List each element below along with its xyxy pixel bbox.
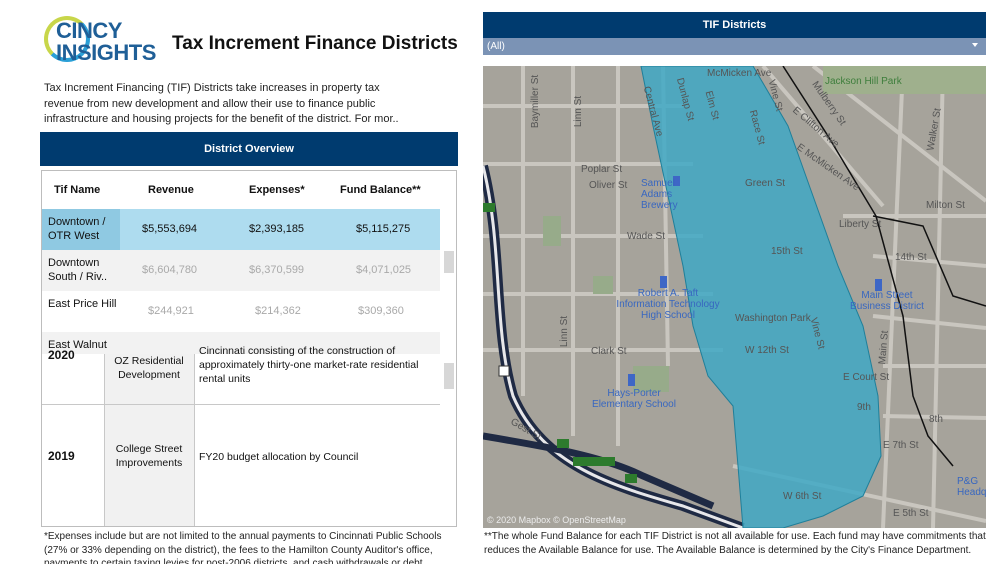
map-label: 9th xyxy=(857,402,871,413)
projects-table[interactable]: 2020 OZ Residential Development Cincinna… xyxy=(42,345,440,526)
map-label: W 6th St xyxy=(783,491,822,502)
map-label: 14th St xyxy=(895,252,927,263)
column-divider xyxy=(194,354,195,526)
map-label: Green St xyxy=(745,178,786,189)
row-divider xyxy=(42,404,440,405)
map-label: Robert A. Taft Information Technology Hi… xyxy=(616,288,720,321)
table-row[interactable]: Downtown South / Riv.. $6,604,780 $6,370… xyxy=(42,250,440,291)
map-label: W 12th St xyxy=(745,345,789,356)
row-fund-balance: $309,360 xyxy=(358,305,404,317)
school-icon xyxy=(660,276,667,288)
tif-map[interactable]: Jackson Hill Park McMicken Ave Poplar St… xyxy=(483,66,986,528)
map-label: E Court St xyxy=(843,372,890,383)
row-tif-name: East Price Hill xyxy=(48,298,117,310)
col-header-expenses[interactable]: Expenses* xyxy=(249,184,305,196)
table-row[interactable]: Downtown / OTR West $5,553,694 $2,393,18… xyxy=(42,209,440,250)
year-column xyxy=(42,354,104,526)
map-label: E 5th St xyxy=(893,508,929,519)
route-shield-icon xyxy=(625,474,637,483)
park-area xyxy=(543,216,561,246)
district-overview-header: District Overview xyxy=(40,132,458,166)
map-label: E 7th St xyxy=(883,440,919,451)
route-shield-icon xyxy=(557,439,569,448)
project-name: OZ Residential Development xyxy=(114,355,184,381)
map-label: P&G Headquarters xyxy=(957,476,986,498)
route-shield-icon xyxy=(573,457,615,466)
row-revenue: $244,921 xyxy=(148,305,194,317)
project-year: 2020 xyxy=(48,348,75,362)
map-label: Jackson Hill Park xyxy=(825,76,902,87)
col-header-fund-balance[interactable]: Fund Balance** xyxy=(340,184,421,196)
interstate-shield-icon xyxy=(498,365,510,377)
col-header-tif-name[interactable]: Tif Name xyxy=(54,184,100,196)
chevron-down-icon[interactable] xyxy=(972,43,978,47)
map-label: 15th St xyxy=(771,246,803,257)
school-icon xyxy=(628,374,635,386)
logo-line-2: INSIGHTS xyxy=(56,40,156,65)
intro-text: Tax Increment Financing (TIF) Districts … xyxy=(44,82,399,125)
table-header: Tif Name Revenue Expenses* Fund Balance*… xyxy=(42,171,444,209)
row-expenses: $214,362 xyxy=(255,305,301,317)
park-area xyxy=(593,276,613,294)
row-expenses: $6,370,599 xyxy=(249,264,305,276)
map-label: Hays-Porter Elementary School xyxy=(592,388,676,410)
map-label: Main Street Business District xyxy=(850,290,924,312)
map-label: Liberty St xyxy=(839,219,882,230)
tif-district-filter[interactable]: (All) xyxy=(483,38,986,55)
row-revenue: $5,553,694 xyxy=(142,223,198,235)
map-label: Samuel Adams Brewery xyxy=(641,178,678,211)
map-label: 8th xyxy=(929,414,943,425)
project-description: FY20 budget allocation by Council xyxy=(199,451,359,463)
page-title: Tax Increment Finance Districts xyxy=(172,33,458,54)
filter-value: (All) xyxy=(487,41,505,52)
projects-scrollbar[interactable] xyxy=(444,363,454,389)
cincy-insights-logo: CINCY INSIGHTS xyxy=(44,14,162,65)
route-shield-icon xyxy=(483,203,495,212)
map-attribution[interactable]: © 2020 Mapbox © OpenStreetMap xyxy=(487,515,626,525)
map-label: Oliver St xyxy=(589,180,628,191)
map-label: Washington Park xyxy=(735,313,811,324)
map-label: McMicken Ave xyxy=(707,68,772,79)
project-description: Cincinnati consisting of the constructio… xyxy=(199,345,419,385)
map-label: Linn St xyxy=(559,315,571,348)
row-tif-name: Downtown / OTR West xyxy=(48,216,106,242)
row-fund-balance: $5,115,275 xyxy=(356,223,411,235)
map-label: Poplar St xyxy=(581,164,623,175)
row-tif-name: Downtown South / Riv.. xyxy=(48,257,108,283)
district-overview-table[interactable]: Tif Name Revenue Expenses* Fund Balance*… xyxy=(41,170,457,527)
map-label: Milton St xyxy=(926,200,965,211)
project-name: College Street Improvements xyxy=(115,443,183,469)
map-label: Wade St xyxy=(627,231,665,242)
row-revenue: $6,604,780 xyxy=(142,264,198,276)
row-expenses: $2,393,185 xyxy=(249,223,305,235)
map-label: Clark St xyxy=(591,346,627,357)
project-year: 2019 xyxy=(48,449,75,463)
row-fund-balance: $4,071,025 xyxy=(356,264,412,276)
col-header-revenue[interactable]: Revenue xyxy=(148,184,194,196)
table-scrollbar[interactable] xyxy=(444,251,454,273)
table-row[interactable]: East Price Hill $244,921 $214,362 $309,3… xyxy=(42,291,440,332)
tif-districts-header: TIF Districts xyxy=(483,12,986,38)
map-label: Baymiller St xyxy=(530,74,542,129)
column-divider xyxy=(104,354,105,526)
fund-balance-footnote: **The whole Fund Balance for each TIF Di… xyxy=(484,531,986,556)
map-label: Linn St xyxy=(573,95,585,128)
expenses-footnote: *Expenses include but are not limited to… xyxy=(44,531,442,564)
